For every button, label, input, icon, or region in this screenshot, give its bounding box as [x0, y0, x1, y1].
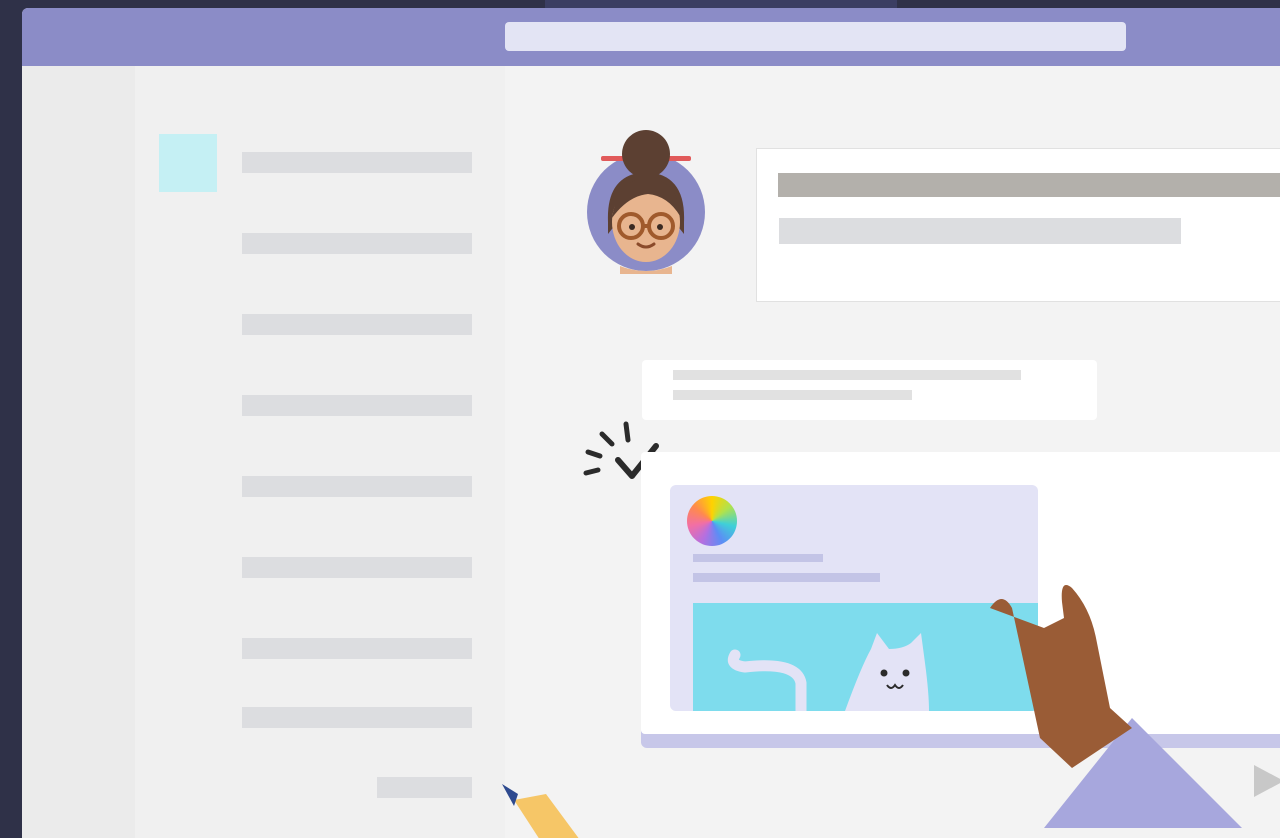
- background-tab-strip: [545, 0, 897, 8]
- app-rail: [22, 66, 135, 838]
- background-tab-strip: [0, 0, 545, 8]
- hand-illustration: [990, 585, 1242, 828]
- search-input[interactable]: [505, 22, 1126, 51]
- chat-list-item[interactable]: [242, 476, 472, 497]
- user-avatar: [587, 130, 705, 274]
- chat-list-item[interactable]: [242, 395, 472, 416]
- chat-list-item[interactable]: [242, 707, 472, 728]
- background-tab-strip: [897, 0, 1280, 8]
- color-wheel-icon: [687, 496, 737, 546]
- chat-list-item[interactable]: [242, 314, 472, 335]
- app-window: [22, 8, 1280, 838]
- chat-item-thumbnail[interactable]: [159, 134, 217, 192]
- chat-list-item[interactable]: [242, 233, 472, 254]
- reply-line: [673, 390, 912, 400]
- reply-card: [642, 360, 1097, 420]
- message-card: [756, 148, 1280, 302]
- chat-list-item[interactable]: [377, 777, 472, 798]
- card-title-line: [693, 554, 823, 562]
- pencil-illustration: [502, 784, 579, 838]
- chat-list-item[interactable]: [242, 152, 472, 173]
- chat-list-item[interactable]: [242, 638, 472, 659]
- reply-line: [673, 370, 1021, 380]
- card-subtitle-line: [693, 573, 880, 582]
- message-title-line: [778, 173, 1280, 197]
- chat-list-item[interactable]: [242, 557, 472, 578]
- title-bar: [22, 8, 1280, 66]
- message-body-line: [779, 218, 1181, 244]
